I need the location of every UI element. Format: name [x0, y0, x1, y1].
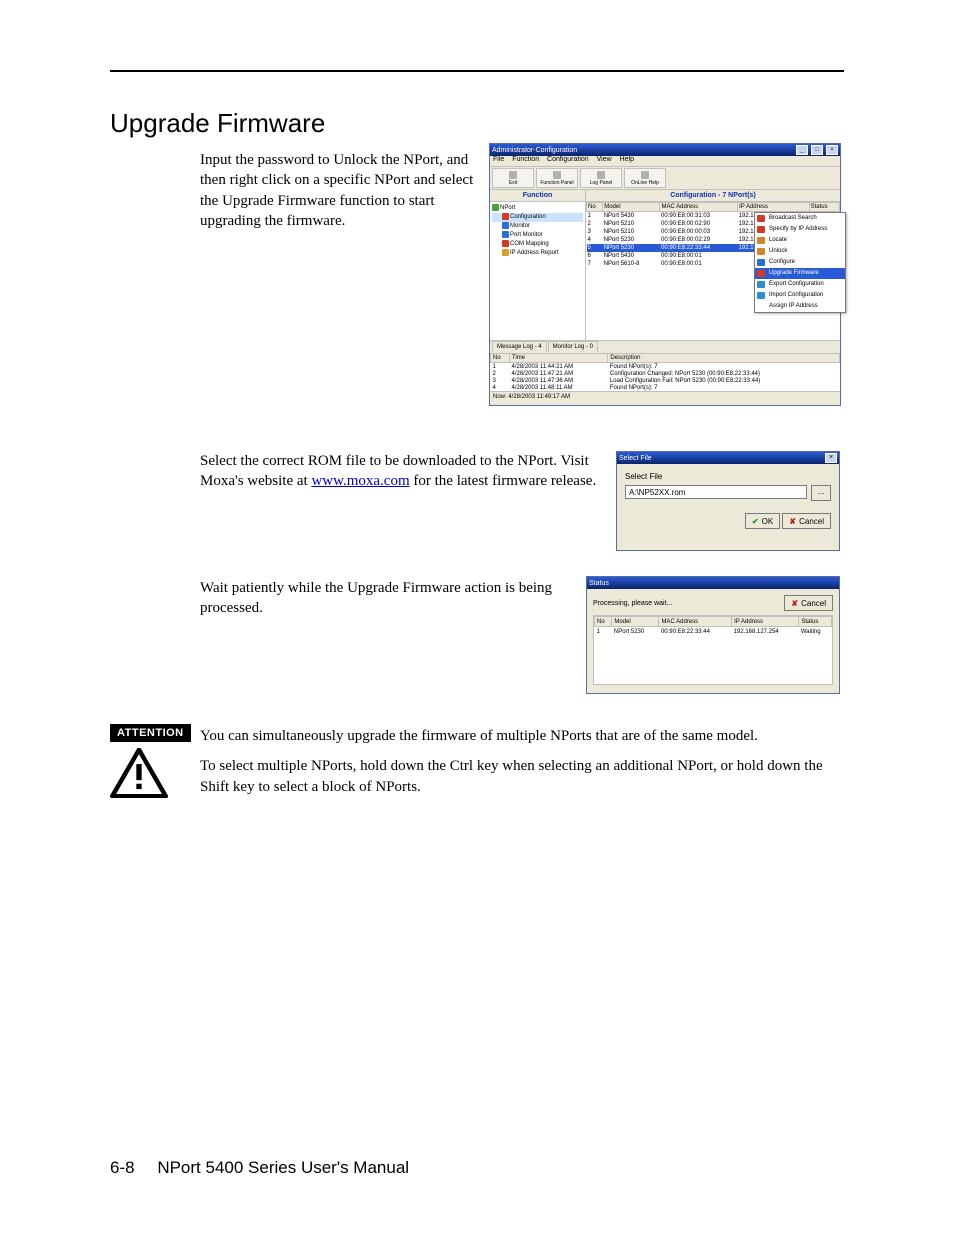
para-2: Select the correct ROM file to be downlo… [200, 451, 630, 492]
context-menu-item[interactable]: Specify by IP Address [755, 224, 845, 235]
context-menu-item[interactable]: Unlock [755, 246, 845, 257]
admin-titlebar: Administrator-Configuration _ □ × [490, 144, 840, 156]
log-panel: NoTimeDescription14/28/2003 11:44:21 AMF… [490, 353, 840, 391]
context-menu-item[interactable]: Broadcast Search [755, 213, 845, 224]
context-menu-item[interactable]: Upgrade Firmware [755, 268, 845, 279]
browse-button[interactable]: ... [811, 485, 831, 501]
close-icon[interactable]: × [825, 453, 837, 463]
status-table: NoModelMAC AddressIP AddressStatus 1NPor… [594, 616, 832, 636]
log-row: 24/28/2003 11:47:21 AMConfiguration Chan… [491, 370, 840, 377]
toolbar-log-panel[interactable]: Log Panel [580, 168, 622, 188]
top-rule [110, 70, 844, 72]
attention-text: You can simultaneously upgrade the firmw… [200, 726, 844, 807]
status-message: Processing, please wait... [593, 600, 672, 607]
warning-icon [110, 748, 168, 798]
attention-badge: ATTENTION [110, 724, 191, 742]
ok-button[interactable]: ✔OK [745, 513, 780, 529]
close-button[interactable]: × [826, 145, 838, 155]
statusbar: Now: 4/28/2003 11:49:17 AM [490, 391, 840, 402]
tree-item[interactable]: IP Address Report [492, 249, 583, 258]
menu-view[interactable]: View [597, 156, 612, 163]
maximize-button[interactable]: □ [811, 145, 823, 155]
toolbar-function-panel[interactable]: Function Panel [536, 168, 578, 188]
menu-help[interactable]: Help [620, 156, 634, 163]
page-title: Upgrade Firmware [110, 108, 325, 139]
function-panel: Function NPortConfigurationMonitorPort M… [490, 190, 586, 340]
context-menu-item[interactable]: Locate [755, 235, 845, 246]
admin-window: Administrator-Configuration _ □ × File F… [489, 143, 841, 406]
para-3: Wait patiently while the Upgrade Firmwar… [200, 578, 580, 619]
column-header[interactable]: Status [809, 203, 839, 212]
select-file-title: Select File [619, 455, 652, 462]
minimize-button[interactable]: _ [796, 145, 808, 155]
tree-item[interactable]: Monitor [492, 222, 583, 231]
tree-item[interactable]: Configuration [492, 213, 583, 222]
toolbar-exit[interactable]: Exit [492, 168, 534, 188]
window-controls: _ □ × [795, 145, 838, 155]
select-file-label: Select File [625, 472, 831, 481]
column-header[interactable]: IP Address [738, 203, 810, 212]
menu-configuration[interactable]: Configuration [547, 156, 589, 163]
tab-monitor-log[interactable]: Monitor Log - 0 [548, 341, 598, 352]
status-title: Status [589, 580, 609, 587]
menubar: File Function Configuration View Help [490, 156, 840, 166]
log-tabs: Message Log - 4 Monitor Log - 0 [490, 340, 840, 353]
tree-item[interactable]: Port Monitor [492, 231, 583, 240]
context-menu-item[interactable]: Export Configuration [755, 279, 845, 290]
tree-item[interactable]: NPort [492, 204, 583, 213]
tree-item[interactable]: COM Mapping [492, 240, 583, 249]
column-header[interactable]: No [587, 203, 603, 212]
log-row: 44/28/2003 11:48:11 AMFound NPort(s): 7 [491, 384, 840, 391]
toolbar: Exit Function Panel Log Panel OnLine Hel… [490, 166, 840, 190]
context-menu-item[interactable]: Assign IP Address [755, 301, 845, 312]
page-number: 6-8 [110, 1158, 135, 1177]
status-row: 1NPort 523000:90:E8:22:33:44192.168.127.… [595, 627, 832, 637]
log-row: 14/28/2003 11:44:21 AMFound NPort(s): 7 [491, 363, 840, 371]
context-menu-item[interactable]: Configure [755, 257, 845, 268]
page-footer: 6-8 NPort 5400 Series User's Manual [110, 1158, 409, 1178]
para-1: Input the password to Unlock the NPort, … [200, 150, 490, 231]
select-file-dialog: Select File × Select File ... ✔OK ✘Cance… [616, 451, 840, 551]
column-header[interactable]: Model [603, 203, 660, 212]
toolbar-online-help[interactable]: OnLine Help [624, 168, 666, 188]
function-header: Function [490, 190, 585, 202]
device-panel: Configuration - 7 NPort(s) NoModelMAC Ad… [586, 190, 840, 340]
status-cancel-button[interactable]: ✘Cancel [784, 595, 833, 611]
context-menu: Broadcast SearchSpecify by IP AddressLoc… [754, 212, 846, 313]
moxa-link[interactable]: www.moxa.com [311, 473, 409, 489]
status-dialog: Status Processing, please wait... ✘Cance… [586, 576, 840, 694]
menu-function[interactable]: Function [512, 156, 539, 163]
tab-message-log[interactable]: Message Log - 4 [492, 341, 547, 352]
manual-title: NPort 5400 Series User's Manual [157, 1158, 409, 1177]
context-menu-item[interactable]: Import Configuration [755, 290, 845, 301]
log-row: 34/28/2003 11:47:36 AMLoad Configuration… [491, 377, 840, 384]
column-header[interactable]: MAC Address [660, 203, 738, 212]
menu-file[interactable]: File [493, 156, 504, 163]
function-tree: NPortConfigurationMonitorPort MonitorCOM… [490, 202, 585, 260]
rom-file-input[interactable] [625, 485, 807, 499]
device-header: Configuration - 7 NPort(s) [586, 190, 840, 202]
admin-title: Administrator-Configuration [492, 147, 577, 154]
cancel-button[interactable]: ✘Cancel [782, 513, 831, 529]
